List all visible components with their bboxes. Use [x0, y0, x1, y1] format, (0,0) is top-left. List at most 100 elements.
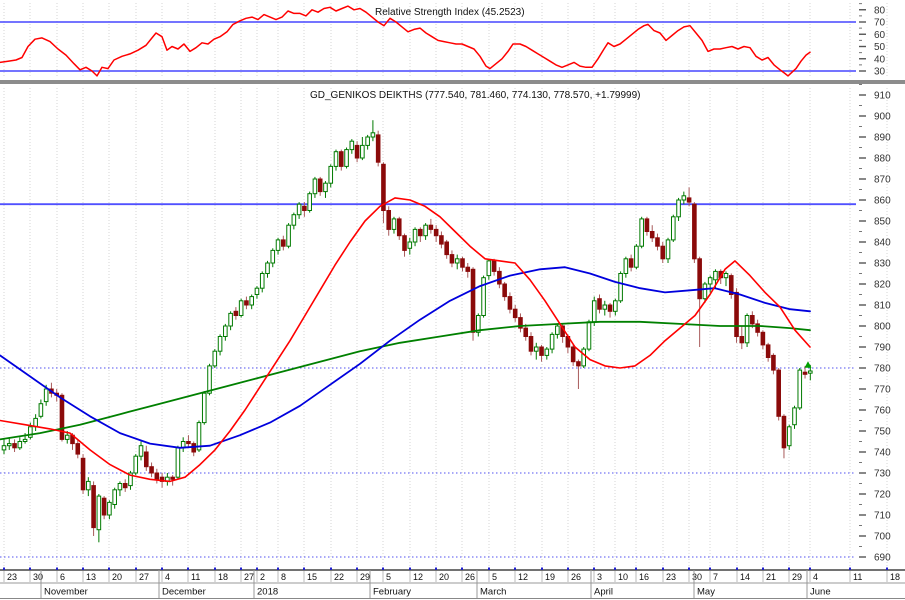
candle-up [312, 178, 318, 195]
price-axis-label: 840 [874, 238, 891, 249]
candle-down [692, 203, 697, 260]
stock-chart-svg: 30 40506070 80 Relative Strength Index (45… [0, 3, 905, 599]
price-axis-label: 870 [874, 175, 891, 186]
candle-down [655, 237, 660, 247]
candles [1, 120, 813, 543]
candle-down [765, 344, 771, 358]
candle-down [101, 497, 107, 516]
month-label: December [162, 587, 206, 598]
candle-up [486, 260, 492, 277]
price-axis-label: 800 [874, 322, 891, 333]
candle-up [212, 350, 218, 367]
candle-up [481, 277, 486, 317]
candle-down [460, 258, 465, 268]
candle-up [602, 304, 608, 310]
candle-down [649, 231, 655, 239]
candle-up [217, 336, 223, 352]
candle-up [586, 321, 592, 350]
candle-down [59, 394, 65, 440]
candle-down [607, 304, 613, 312]
candle-up [365, 136, 370, 146]
panel-divider [0, 80, 905, 84]
week-label: 8 [281, 572, 286, 582]
week-label: 27 [139, 572, 149, 582]
week-label: 12 [518, 572, 528, 582]
candle-down [244, 300, 249, 306]
candle-down [628, 258, 634, 268]
candle-up [618, 273, 623, 302]
month-label: 2018 [257, 587, 278, 598]
candle-down [470, 268, 476, 333]
candle-up [328, 165, 334, 184]
candle-up [591, 300, 597, 323]
candle-down [281, 239, 286, 247]
candle-down [396, 218, 402, 237]
candle-down [75, 443, 81, 455]
week-label: 21 [766, 572, 776, 582]
candle-down [512, 308, 518, 319]
price-axis-label: 720 [874, 490, 891, 501]
price-axis-label: 690 [874, 553, 891, 564]
month-label: November [44, 587, 88, 598]
price-axis-label: 810 [874, 301, 891, 312]
candle-down [428, 224, 434, 230]
week-label: 23 [666, 572, 676, 582]
candle-up [1, 445, 7, 451]
candle-up [6, 443, 12, 447]
candle-up [96, 495, 102, 531]
candle-up [223, 325, 228, 337]
candle-up [665, 239, 671, 260]
candle-up [702, 283, 708, 300]
candle-up [360, 144, 365, 159]
candle-up [792, 407, 797, 426]
candle-up [634, 245, 639, 268]
candle-up [407, 241, 413, 249]
month-label: February [373, 587, 411, 598]
candle-up [228, 312, 233, 327]
candle-up [344, 149, 349, 167]
chart-window: 30 40 50 60 70 80 Relative Strength Index (45… [0, 0, 905, 600]
price-axis-label: 820 [874, 280, 891, 291]
candle-up [549, 333, 555, 350]
candle-up [670, 216, 676, 241]
candle-up [808, 370, 813, 374]
candle-up [349, 140, 355, 151]
candle-up [581, 348, 587, 367]
candle-down [418, 228, 423, 237]
week-label: 19 [545, 572, 555, 582]
price-right-axis: 690 700 710 720 730 740 750 760 770 780 790 800 810 8… [859, 84, 891, 564]
week-label: 26 [571, 572, 581, 582]
candle-down [465, 266, 471, 272]
week-label: 11 [191, 572, 200, 582]
candle-up [555, 325, 560, 335]
price-axis-label: 830 [874, 259, 891, 270]
candle-down [143, 451, 149, 468]
candle-up [707, 277, 713, 285]
candle-up [259, 273, 265, 289]
price-axis-label: 880 [874, 154, 891, 165]
candle-down [802, 371, 808, 375]
candle-up [249, 296, 254, 306]
candle-up [238, 300, 244, 316]
week-label: 10 [618, 572, 628, 582]
candle-down [597, 298, 602, 310]
candle-up [117, 483, 123, 491]
candle-down [528, 336, 534, 352]
price-axis-label: 910 [874, 91, 891, 102]
week-label: 15 [307, 572, 317, 582]
price-axis-label: 710 [874, 511, 891, 522]
candle-up [544, 348, 550, 356]
price-axis-label: 700 [874, 532, 891, 543]
candle-up [370, 132, 376, 138]
candle-up [623, 258, 629, 274]
rsi-axis-label: 30 [874, 67, 886, 78]
candle-down [660, 245, 666, 260]
candle-down [375, 134, 381, 163]
candle-up [17, 441, 23, 449]
week-label: 29 [360, 572, 370, 582]
candle-down [233, 310, 239, 316]
candle-down [523, 327, 529, 338]
week-label: 13 [86, 572, 96, 582]
price-axis-label: 860 [874, 196, 891, 207]
ma-medium-line [0, 266, 811, 449]
